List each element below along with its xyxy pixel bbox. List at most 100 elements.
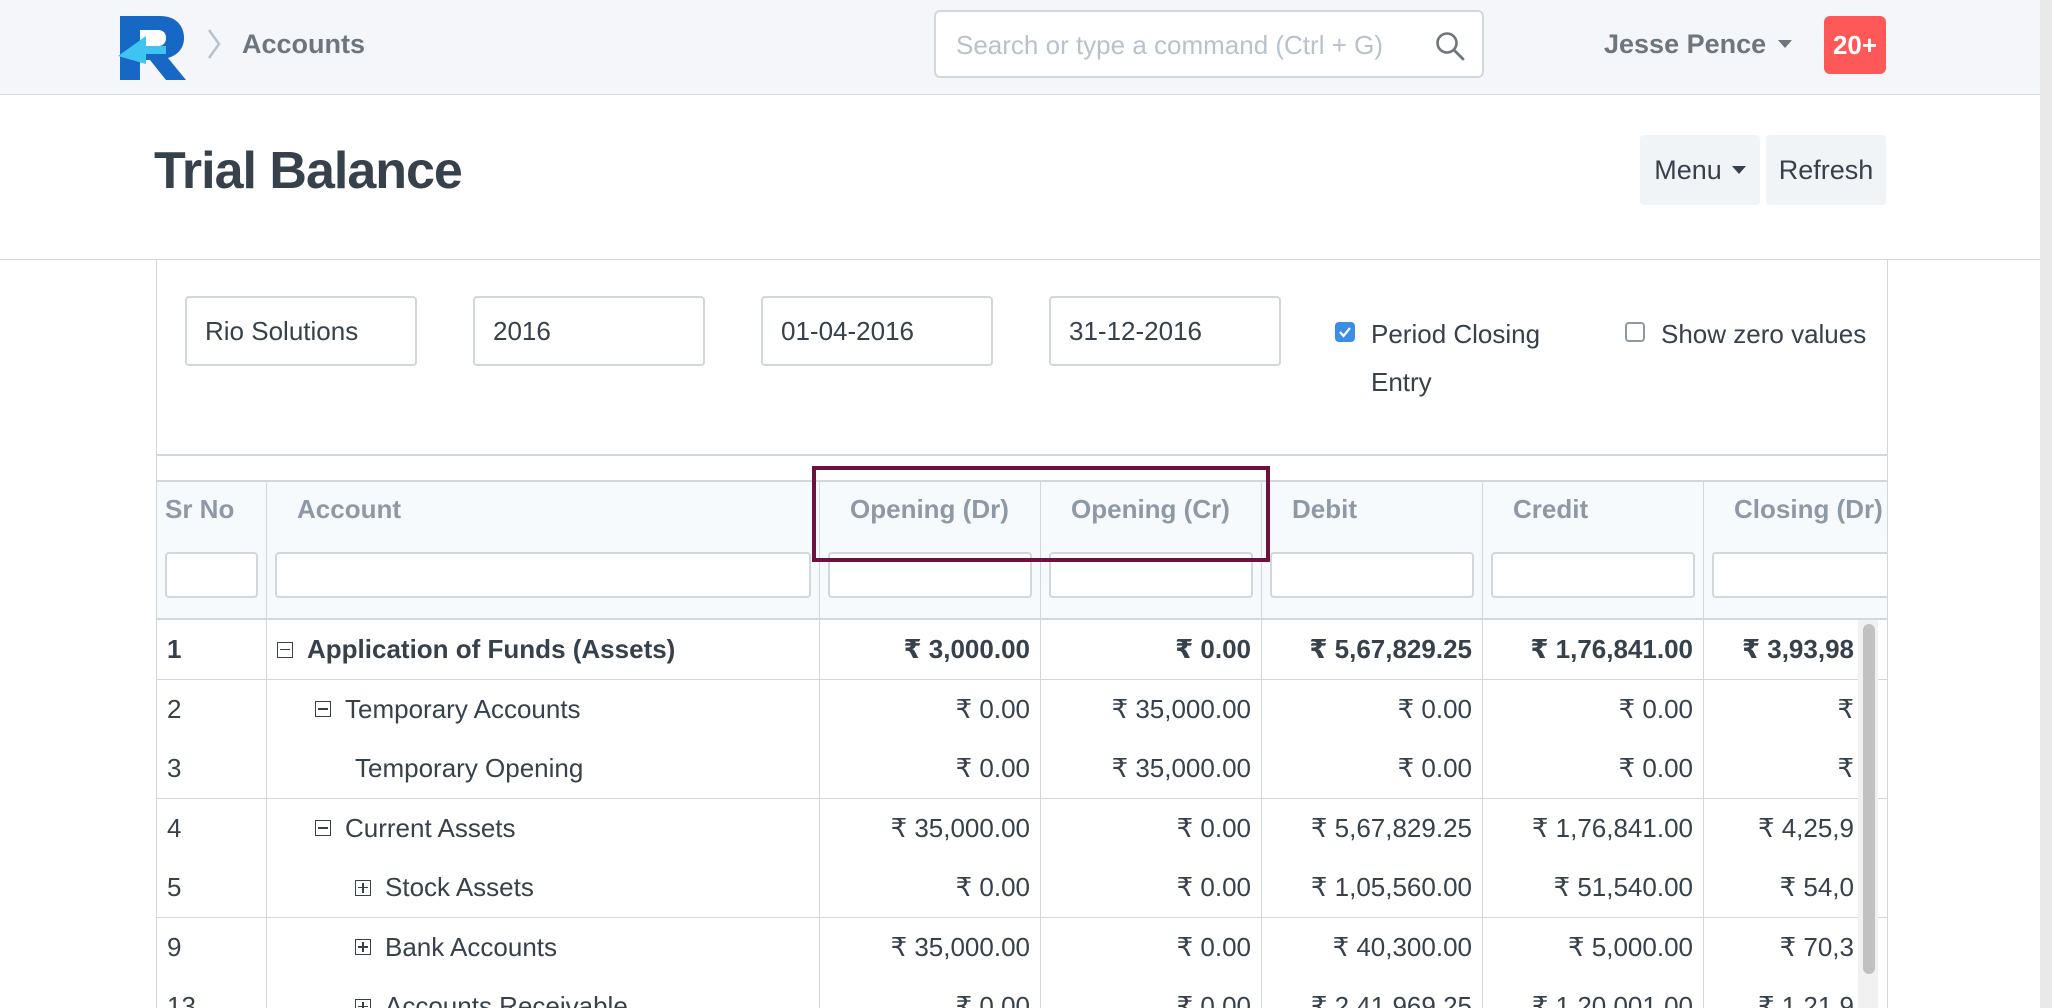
col-header-opening-dr[interactable]: Opening (Dr) — [820, 482, 1041, 544]
cell-debit: ₹ 2,41,969.25 — [1262, 977, 1483, 1008]
breadcrumb-accounts[interactable]: Accounts — [242, 24, 365, 64]
collapse-icon[interactable] — [315, 820, 331, 836]
filter-cell-account — [267, 542, 820, 618]
account-column-filter[interactable] — [275, 552, 811, 598]
search-icon[interactable] — [1434, 30, 1466, 62]
sr-no-column-filter[interactable] — [165, 552, 258, 598]
expand-icon[interactable] — [355, 879, 371, 896]
refresh-button[interactable]: Refresh — [1766, 135, 1886, 205]
cell-opening-cr: ₹ 0.00 — [1041, 858, 1262, 917]
col-header-account[interactable]: Account — [267, 482, 820, 544]
cell-closing-dr: ₹ 70,3 — [1779, 931, 1854, 962]
opening-dr-column-filter[interactable] — [828, 552, 1032, 598]
collapse-icon[interactable] — [277, 641, 293, 658]
to-date-filter[interactable] — [1049, 296, 1281, 366]
table-row[interactable]: 5 Stock Assets ₹ 0.00 ₹ 0.00 ₹ 1,05,560.00 ₹ … — [157, 858, 1887, 919]
cell-credit: ₹ 1,20,001.00 — [1483, 977, 1704, 1008]
opening-cr-column-filter[interactable] — [1049, 552, 1253, 598]
cell-sr-no: 5 — [157, 858, 267, 917]
grid-filter-row — [157, 542, 1887, 620]
cell-credit: ₹ 5,000.00 — [1483, 917, 1704, 977]
cell-debit: ₹ 0.00 — [1262, 679, 1483, 739]
period-closing-label: Period Closing Entry — [1371, 319, 1541, 397]
cell-account: Current Assets — [267, 798, 820, 858]
cell-account: Temporary Opening — [267, 739, 820, 798]
menu-button[interactable]: Menu — [1640, 135, 1760, 205]
breadcrumb-chevron-icon — [207, 29, 221, 59]
expand-icon[interactable] — [355, 998, 371, 1008]
caret-down-icon — [1778, 40, 1793, 48]
show-zero-values-checkbox[interactable]: Show zero values — [1625, 310, 1866, 358]
cell-opening-dr: ₹ 0.00 — [820, 679, 1041, 739]
table-row[interactable]: 13 Accounts Receivable ₹ 0.00 ₹ 0.00 ₹ 2,41,… — [157, 977, 1887, 1008]
account-name[interactable]: Temporary Opening — [355, 753, 583, 784]
credit-column-filter[interactable] — [1491, 552, 1695, 598]
filter-cell-opening-dr — [820, 542, 1041, 618]
checkbox-unchecked-icon[interactable] — [1625, 322, 1645, 342]
col-header-opening-cr[interactable]: Opening (Cr) — [1041, 482, 1262, 544]
user-menu[interactable]: Jesse Pence — [1604, 24, 1793, 64]
account-name[interactable]: Bank Accounts — [385, 932, 557, 963]
account-name[interactable]: Accounts Receivable — [385, 991, 628, 1008]
search-input[interactable] — [954, 22, 1408, 68]
grid-scrollbar-thumb[interactable] — [1863, 624, 1875, 974]
cell-debit: ₹ 1,05,560.00 — [1262, 858, 1483, 917]
account-name[interactable]: Stock Assets — [385, 872, 534, 903]
col-header-closing-dr[interactable]: Closing (Dr) — [1704, 482, 1887, 544]
filter-cell-debit — [1262, 542, 1483, 618]
company-filter[interactable] — [185, 296, 417, 366]
account-name[interactable]: Application of Funds (Assets) — [307, 634, 675, 665]
filter-cell-closing-dr — [1704, 542, 1887, 618]
cell-account: Application of Funds (Assets) — [267, 620, 820, 679]
cell-account: Bank Accounts — [267, 917, 820, 977]
table-row[interactable]: 1 Application of Funds (Assets) ₹ 3,000.00… — [157, 620, 1887, 681]
expand-icon[interactable] — [355, 939, 371, 955]
table-row[interactable]: 3 Temporary Opening ₹ 0.00 ₹ 35,000.00 ₹ 0.0… — [157, 739, 1887, 800]
cell-opening-dr: ₹ 35,000.00 — [820, 917, 1041, 977]
app-logo-icon[interactable] — [116, 10, 192, 82]
cell-opening-cr: ₹ 35,000.00 — [1041, 679, 1262, 739]
cell-closing-dr: ₹ 4,25,9 — [1757, 812, 1854, 843]
cell-opening-dr: ₹ 0.00 — [820, 739, 1041, 798]
closing-dr-column-filter[interactable] — [1712, 552, 1887, 598]
cell-opening-cr: ₹ 0.00 — [1041, 620, 1262, 679]
cell-opening-dr: ₹ 3,000.00 — [820, 620, 1041, 679]
debit-column-filter[interactable] — [1270, 552, 1474, 598]
grid-header-row: Sr No Account Opening (Dr) Opening (Cr) … — [157, 480, 1887, 545]
cell-closing-dr: ₹ — [1837, 753, 1854, 783]
col-header-sr-no[interactable]: Sr No — [157, 482, 267, 544]
cell-sr-no: 1 — [157, 620, 267, 679]
col-header-credit[interactable]: Credit — [1483, 482, 1704, 544]
cell-sr-no: 4 — [157, 798, 267, 858]
table-row[interactable]: 9 Bank Accounts ₹ 35,000.00 ₹ 0.00 ₹ 40,300.… — [157, 917, 1887, 979]
checkbox-checked-icon[interactable] — [1335, 322, 1355, 342]
table-row[interactable]: 2 Temporary Accounts ₹ 0.00 ₹ 35,000.00 ₹ 0.… — [157, 679, 1887, 741]
table-row[interactable]: 4 Current Assets ₹ 35,000.00 ₹ 0.00 ₹ 5,67,8… — [157, 798, 1887, 860]
cell-sr-no: 9 — [157, 917, 267, 977]
col-header-debit[interactable]: Debit — [1262, 482, 1483, 544]
fiscal-year-filter[interactable] — [473, 296, 705, 366]
from-date-filter[interactable] — [761, 296, 993, 366]
notification-badge[interactable]: 20+ — [1824, 16, 1886, 74]
window-edge — [2040, 0, 2052, 1008]
cell-debit: ₹ 5,67,829.25 — [1262, 620, 1483, 679]
filter-cell-credit — [1483, 542, 1704, 618]
account-name[interactable]: Temporary Accounts — [345, 694, 581, 725]
cell-opening-cr: ₹ 0.00 — [1041, 798, 1262, 858]
navbar: Accounts Jesse Pence 20+ — [0, 0, 2052, 95]
collapse-icon[interactable] — [315, 701, 331, 717]
cell-closing-dr: ₹ — [1837, 693, 1854, 724]
cell-opening-dr: ₹ 0.00 — [820, 977, 1041, 1008]
search-bar — [934, 10, 1484, 78]
cell-credit: ₹ 51,540.00 — [1483, 858, 1704, 917]
period-closing-entry-checkbox[interactable]: Period Closing Entry — [1335, 310, 1540, 406]
cell-sr-no: 3 — [157, 739, 267, 798]
cell-opening-cr: ₹ 35,000.00 — [1041, 739, 1262, 798]
cell-sr-no: 2 — [157, 679, 267, 739]
cell-account: Stock Assets — [267, 858, 820, 917]
cell-opening-cr: ₹ 0.00 — [1041, 977, 1262, 1008]
cell-credit: ₹ 1,76,841.00 — [1483, 798, 1704, 858]
account-name[interactable]: Current Assets — [345, 813, 516, 844]
filter-cell-sr-no — [157, 542, 267, 618]
cell-credit: ₹ 0.00 — [1483, 679, 1704, 739]
